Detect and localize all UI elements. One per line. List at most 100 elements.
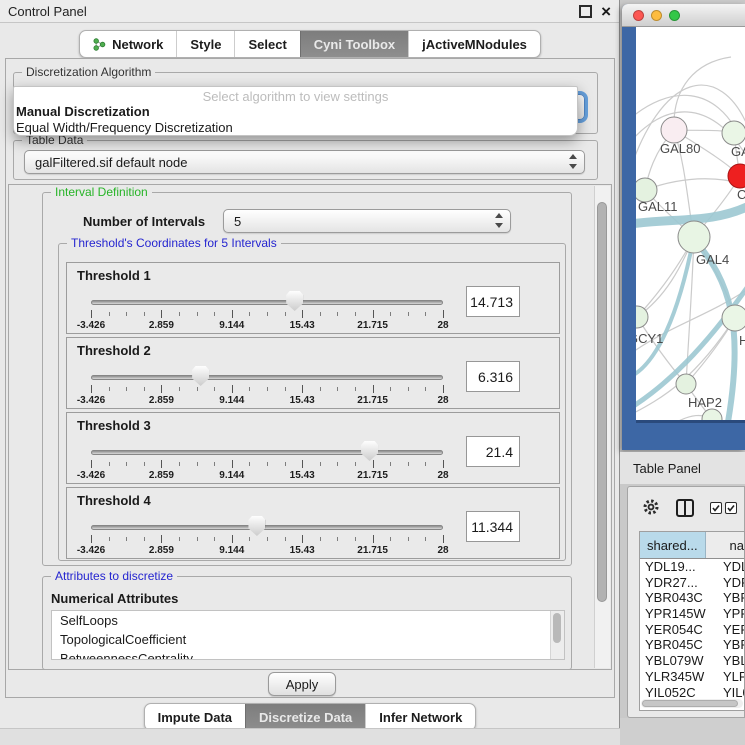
columns-icon[interactable]	[676, 499, 694, 517]
cell-name: YDR2	[715, 575, 744, 591]
node-label-c: C	[737, 187, 745, 202]
network-node-gal4[interactable]	[678, 221, 710, 253]
attributes-scrollbar-thumb[interactable]	[553, 613, 561, 643]
threshold-value-field[interactable]: 14.713	[466, 286, 520, 317]
axis-tick	[197, 387, 198, 391]
table-row[interactable]: YBL079WYBL0	[640, 653, 744, 669]
network-node-ga[interactable]	[722, 121, 745, 145]
axis-tick	[390, 462, 391, 466]
table-row[interactable]: YIL052CYIL0	[640, 685, 744, 701]
slider-track[interactable]	[91, 375, 443, 380]
column-header-shared-name[interactable]: shared...	[640, 532, 706, 558]
minimize-traffic-light[interactable]	[651, 10, 662, 21]
horizontal-scrollbar-thumb[interactable]	[642, 700, 738, 707]
axis-tick	[408, 462, 409, 466]
threshold-value-field[interactable]: 6.316	[466, 361, 520, 392]
float-window-icon[interactable]	[579, 5, 592, 18]
axis-tick-label: 28	[437, 470, 448, 481]
tab-select[interactable]: Select	[234, 31, 299, 57]
cell-name: YLR3	[715, 669, 744, 685]
table-row[interactable]: YBR043CYBR0	[640, 590, 744, 606]
tab-impute-data[interactable]: Impute Data	[145, 704, 245, 730]
cell-shared-name: YBL079W	[640, 653, 715, 669]
axis-tick	[144, 387, 145, 391]
tab-label: Style	[190, 37, 221, 52]
threshold-slider[interactable]: -3.4262.8599.14415.4321.71528	[91, 488, 443, 560]
table-data-combobox[interactable]: galFiltered.sif default node	[24, 150, 585, 174]
threshold-value-field[interactable]: 11.344	[466, 511, 520, 542]
node-label-ga: GA	[731, 144, 745, 159]
thresholds-group-label: Threshold's Coordinates for 5 Intervals	[67, 236, 281, 250]
zoom-traffic-light[interactable]	[669, 10, 680, 21]
slider-thumb[interactable]	[192, 366, 209, 386]
axis-tick	[179, 537, 180, 541]
network-node-gal80[interactable]	[661, 117, 687, 143]
axis-tick	[267, 312, 268, 316]
node-label-gal11: GAL11	[638, 199, 678, 214]
axis-tick	[302, 460, 303, 468]
interval-definition-group: Interval Definition Number of Intervals …	[42, 192, 572, 566]
slider-thumb[interactable]	[361, 441, 378, 461]
axis-tick-label: 9.144	[219, 395, 244, 406]
axis-tick	[161, 460, 162, 468]
cell-name: YDL1	[715, 559, 744, 575]
table-row[interactable]: YDL19...YDL1	[640, 559, 744, 575]
threshold-slider[interactable]: -3.4262.8599.14415.4321.71528	[91, 263, 443, 335]
table-row[interactable]: YBR045CYBR0	[640, 637, 744, 653]
close-traffic-light[interactable]	[633, 10, 644, 21]
attribute-item-betweennesscentrality[interactable]: BetweennessCentrality	[52, 649, 564, 660]
vertical-scrollbar[interactable]	[594, 186, 610, 668]
column-header-name[interactable]: na	[706, 532, 744, 558]
table-row[interactable]: YER054CYER0	[640, 622, 744, 638]
network-node-hap2[interactable]	[676, 374, 696, 394]
axis-tick	[126, 462, 127, 466]
tab-infer-network[interactable]: Infer Network	[365, 704, 475, 730]
horizontal-scrollbar[interactable]	[641, 699, 743, 708]
threshold-slider[interactable]: -3.4262.8599.14415.4321.71528	[91, 338, 443, 410]
attribute-item-topologicalcoefficient[interactable]: TopologicalCoefficient	[52, 630, 564, 649]
select-all-checkbox-icon[interactable]	[710, 502, 722, 514]
slider-track[interactable]	[91, 300, 443, 305]
network-node-h[interactable]	[722, 305, 745, 331]
table-row[interactable]: YDR27...YDR2	[640, 575, 744, 591]
edge	[637, 317, 686, 384]
gear-icon[interactable]	[642, 498, 660, 519]
tab-network[interactable]: Network	[80, 31, 176, 57]
node-label-gcy1: GCY1	[636, 331, 663, 346]
slider-thumb[interactable]	[248, 516, 265, 536]
axis-tick-label: -3.426	[77, 470, 105, 481]
slider-thumb[interactable]	[286, 291, 303, 311]
axis-tick	[91, 385, 92, 393]
threshold-value-field[interactable]: 21.4	[466, 436, 520, 467]
slider-track[interactable]	[91, 450, 443, 455]
attributes-scrollbar[interactable]	[550, 611, 564, 659]
threshold-slider[interactable]: -3.4262.8599.14415.4321.71528	[91, 413, 443, 485]
algorithm-option-manual-discretization[interactable]: Manual Discretization	[16, 104, 150, 119]
algorithm-option-equal-width-frequency-discretization[interactable]: Equal Width/Frequency Discretization	[16, 120, 233, 135]
axis-tick-label: 2.859	[149, 320, 174, 331]
axis-tick	[232, 310, 233, 318]
axis-tick	[320, 387, 321, 391]
axis-tick	[302, 385, 303, 393]
network-canvas[interactable]: GAL80GACGAL11GAL4GCY1HHAP2	[636, 27, 745, 420]
apply-button[interactable]: Apply	[268, 672, 336, 696]
axis-tick	[390, 537, 391, 541]
axis-tick	[302, 535, 303, 543]
slider-track[interactable]	[91, 525, 443, 530]
number-of-intervals-combobox[interactable]: 5	[223, 209, 511, 233]
tab-style[interactable]: Style	[176, 31, 234, 57]
table-row[interactable]: YLR345WYLR3	[640, 669, 744, 685]
table-row[interactable]: YPR145WYPR1	[640, 606, 744, 622]
tab-discretize-data[interactable]: Discretize Data	[245, 704, 365, 730]
control-panel-titlebar: Control Panel ×	[0, 0, 619, 23]
select-none-checkbox-icon[interactable]	[725, 502, 737, 514]
axis-tick	[91, 535, 92, 543]
edge	[636, 415, 712, 420]
tab-cyni-toolbox[interactable]: Cyni Toolbox	[300, 31, 408, 57]
vertical-scrollbar-thumb[interactable]	[597, 202, 607, 602]
tab-jactivemnodules[interactable]: jActiveMNodules	[408, 31, 540, 57]
axis-tick	[337, 462, 338, 466]
attribute-item-selfloops[interactable]: SelfLoops	[52, 611, 564, 630]
close-icon[interactable]: ×	[601, 3, 611, 20]
threshold-panel-threshold-1: Threshold 1 -3.4262.8599.14415.4321.7152…	[66, 262, 560, 334]
